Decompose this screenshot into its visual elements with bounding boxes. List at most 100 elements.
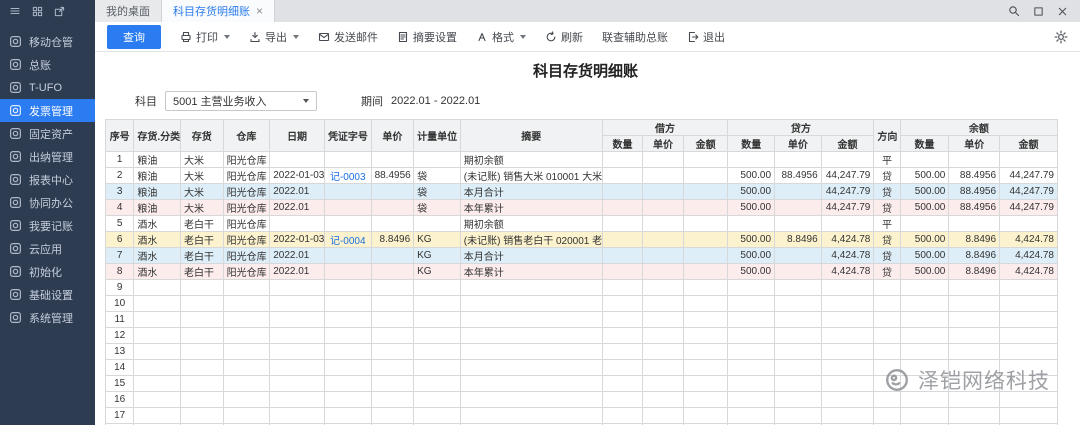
table-cell[interactable]: [602, 168, 643, 184]
table-cell[interactable]: [371, 200, 414, 216]
table-cell[interactable]: [949, 312, 1000, 328]
table-cell[interactable]: [181, 376, 224, 392]
table-cell[interactable]: 粮油: [134, 168, 181, 184]
export-button[interactable]: 导出: [241, 26, 307, 48]
table-cell[interactable]: 7: [106, 248, 134, 264]
table-cell[interactable]: [728, 344, 775, 360]
table-cell[interactable]: [775, 264, 822, 280]
table-cell[interactable]: [775, 344, 822, 360]
format-button[interactable]: 格式: [468, 26, 534, 48]
exit-button[interactable]: 退出: [679, 26, 733, 48]
table-cell[interactable]: [270, 152, 325, 168]
sidebar-item-cashier-management[interactable]: 出纳管理: [0, 145, 95, 168]
table-cell[interactable]: [874, 408, 900, 424]
table-cell[interactable]: [460, 408, 602, 424]
table-cell[interactable]: [643, 248, 684, 264]
table-cell[interactable]: [775, 280, 822, 296]
table-cell[interactable]: [775, 312, 822, 328]
table-cell[interactable]: 500.00: [900, 232, 949, 248]
table-cell[interactable]: 贷: [874, 200, 900, 216]
table-cell[interactable]: [134, 344, 181, 360]
table-cell[interactable]: 2022.01: [270, 200, 325, 216]
table-cell[interactable]: [775, 360, 822, 376]
table-cell[interactable]: [821, 376, 874, 392]
table-cell[interactable]: 大米: [181, 200, 224, 216]
sidebar-item-report-center[interactable]: 报表中心: [0, 168, 95, 191]
table-cell[interactable]: [1000, 152, 1058, 168]
table-cell[interactable]: [1000, 296, 1058, 312]
table-cell[interactable]: [371, 280, 414, 296]
table-cell[interactable]: [371, 184, 414, 200]
table-cell[interactable]: [683, 360, 728, 376]
close-window-icon[interactable]: [1057, 6, 1068, 17]
table-cell[interactable]: 8: [106, 264, 134, 280]
table-cell[interactable]: 大米: [181, 168, 224, 184]
sidebar-item-general-ledger[interactable]: 总账: [0, 53, 95, 76]
table-cell[interactable]: 44,247.79: [821, 168, 874, 184]
voucher-link[interactable]: 记-0004: [324, 232, 371, 248]
table-cell[interactable]: [181, 296, 224, 312]
table-cell[interactable]: [460, 392, 602, 408]
table-cell[interactable]: [460, 328, 602, 344]
table-cell[interactable]: [371, 392, 414, 408]
table-cell[interactable]: [775, 200, 822, 216]
tab-close-icon[interactable]: ×: [256, 5, 263, 17]
table-cell[interactable]: [602, 344, 643, 360]
table-cell[interactable]: [602, 152, 643, 168]
table-cell[interactable]: 袋: [414, 200, 461, 216]
table-cell[interactable]: 酒水: [134, 232, 181, 248]
table-cell[interactable]: 阳光仓库: [223, 248, 270, 264]
table-cell[interactable]: 平: [874, 216, 900, 232]
table-cell[interactable]: 15: [106, 376, 134, 392]
table-cell[interactable]: 贷: [874, 248, 900, 264]
table-cell[interactable]: [602, 280, 643, 296]
table-cell[interactable]: [900, 328, 949, 344]
table-cell[interactable]: [821, 408, 874, 424]
table-cell[interactable]: [949, 328, 1000, 344]
table-cell[interactable]: [821, 328, 874, 344]
table-cell[interactable]: [324, 248, 371, 264]
table-cell[interactable]: [949, 376, 1000, 392]
table-cell[interactable]: 老白干: [181, 264, 224, 280]
table-cell[interactable]: 2022-01-03: [270, 232, 325, 248]
send-email-button[interactable]: 发送邮件: [310, 26, 386, 48]
table-cell[interactable]: [683, 200, 728, 216]
table-cell[interactable]: [775, 328, 822, 344]
table-cell[interactable]: [643, 360, 684, 376]
table-cell[interactable]: [949, 408, 1000, 424]
table-cell[interactable]: [900, 312, 949, 328]
table-cell[interactable]: 2: [106, 168, 134, 184]
table-cell[interactable]: [181, 344, 224, 360]
table-cell[interactable]: 8.8496: [949, 248, 1000, 264]
table-cell[interactable]: (未记账) 销售大米 010001 大米: [460, 168, 602, 184]
table-cell[interactable]: [181, 360, 224, 376]
table-cell[interactable]: [460, 376, 602, 392]
table-cell[interactable]: [324, 296, 371, 312]
table-cell[interactable]: [371, 152, 414, 168]
table-cell[interactable]: [949, 280, 1000, 296]
table-cell[interactable]: [460, 296, 602, 312]
table-cell[interactable]: 期初余额: [460, 216, 602, 232]
table-cell[interactable]: 500.00: [728, 200, 775, 216]
table-cell[interactable]: [821, 280, 874, 296]
sidebar-item-fixed-assets[interactable]: 固定资产: [0, 122, 95, 145]
table-cell[interactable]: [683, 296, 728, 312]
table-cell[interactable]: 2022-01-03: [270, 168, 325, 184]
table-cell[interactable]: 本年累计: [460, 264, 602, 280]
table-cell[interactable]: [602, 376, 643, 392]
table-cell[interactable]: 500.00: [728, 248, 775, 264]
table-cell[interactable]: [324, 376, 371, 392]
table-cell[interactable]: [371, 344, 414, 360]
table-cell[interactable]: 44,247.79: [1000, 168, 1058, 184]
table-cell[interactable]: [728, 216, 775, 232]
table-cell[interactable]: [460, 280, 602, 296]
table-cell[interactable]: 500.00: [900, 184, 949, 200]
table-cell[interactable]: [270, 376, 325, 392]
table-cell[interactable]: [874, 296, 900, 312]
table-cell[interactable]: [683, 248, 728, 264]
table-cell[interactable]: 2022.01: [270, 184, 325, 200]
table-cell[interactable]: [414, 392, 461, 408]
table-cell[interactable]: [324, 264, 371, 280]
table-cell[interactable]: 阳光仓库: [223, 232, 270, 248]
summary-settings-button[interactable]: 摘要设置: [389, 26, 465, 48]
